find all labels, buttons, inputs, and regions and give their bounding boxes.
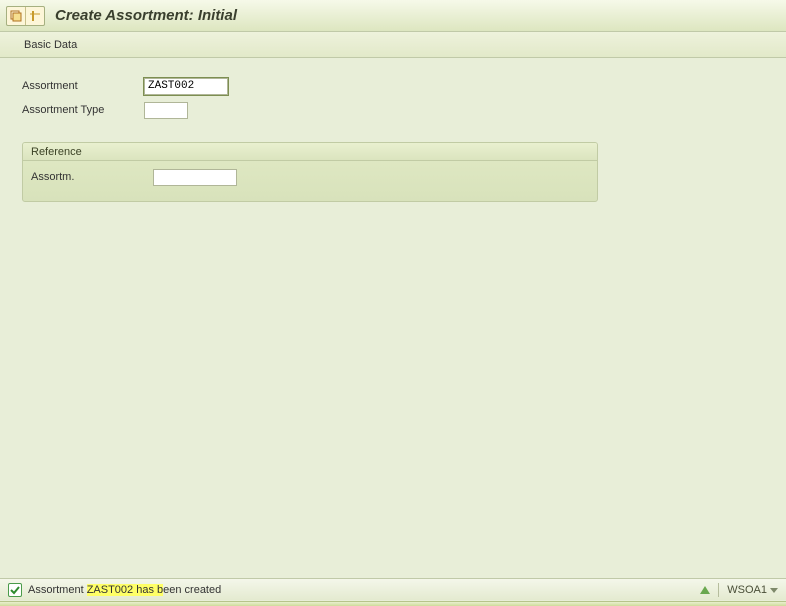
tcode-text: WSOA1 [727, 584, 767, 596]
reference-body: Assortm. [23, 161, 597, 201]
toolbar-icon-1[interactable] [7, 7, 25, 25]
content-area: Assortment Assortment Type Reference Ass… [0, 58, 786, 202]
status-bar: Assortment ZAST002 has been created WSOA… [0, 578, 786, 600]
subheader-bar: Basic Data [0, 32, 786, 58]
reference-groupbox: Reference Assortm. [22, 142, 598, 202]
assortment-row: Assortment [22, 76, 786, 96]
ref-assortm-label: Assortm. [31, 171, 153, 183]
nav-triangle-icon[interactable] [700, 586, 710, 594]
success-icon [8, 583, 22, 597]
dropdown-triangle-icon [770, 588, 778, 593]
title-bar: Create Assortment: Initial [0, 0, 786, 32]
ref-assortm-input[interactable] [153, 169, 237, 186]
reference-title: Reference [23, 143, 597, 161]
bottom-accent [0, 601, 786, 606]
assortment-type-label: Assortment Type [22, 104, 144, 116]
assortment-label: Assortment [22, 80, 144, 92]
tcode-label[interactable]: WSOA1 [727, 584, 778, 596]
toolbar-icon-group [6, 6, 45, 26]
status-pre: Assortment [28, 584, 87, 596]
status-highlight: ZAST002 has b [87, 584, 163, 596]
assortment-type-input[interactable] [144, 102, 188, 119]
status-message: Assortment ZAST002 has been created [28, 584, 221, 596]
assortment-input[interactable] [144, 78, 228, 95]
ref-assortm-row: Assortm. [31, 167, 589, 187]
status-right: WSOA1 [700, 583, 778, 597]
subheader-label: Basic Data [24, 39, 77, 51]
status-separator [718, 583, 719, 597]
assortment-type-row: Assortment Type [22, 100, 786, 120]
status-post: een created [163, 584, 221, 596]
page-title: Create Assortment: Initial [55, 7, 237, 24]
toolbar-icon-2[interactable] [26, 7, 44, 25]
